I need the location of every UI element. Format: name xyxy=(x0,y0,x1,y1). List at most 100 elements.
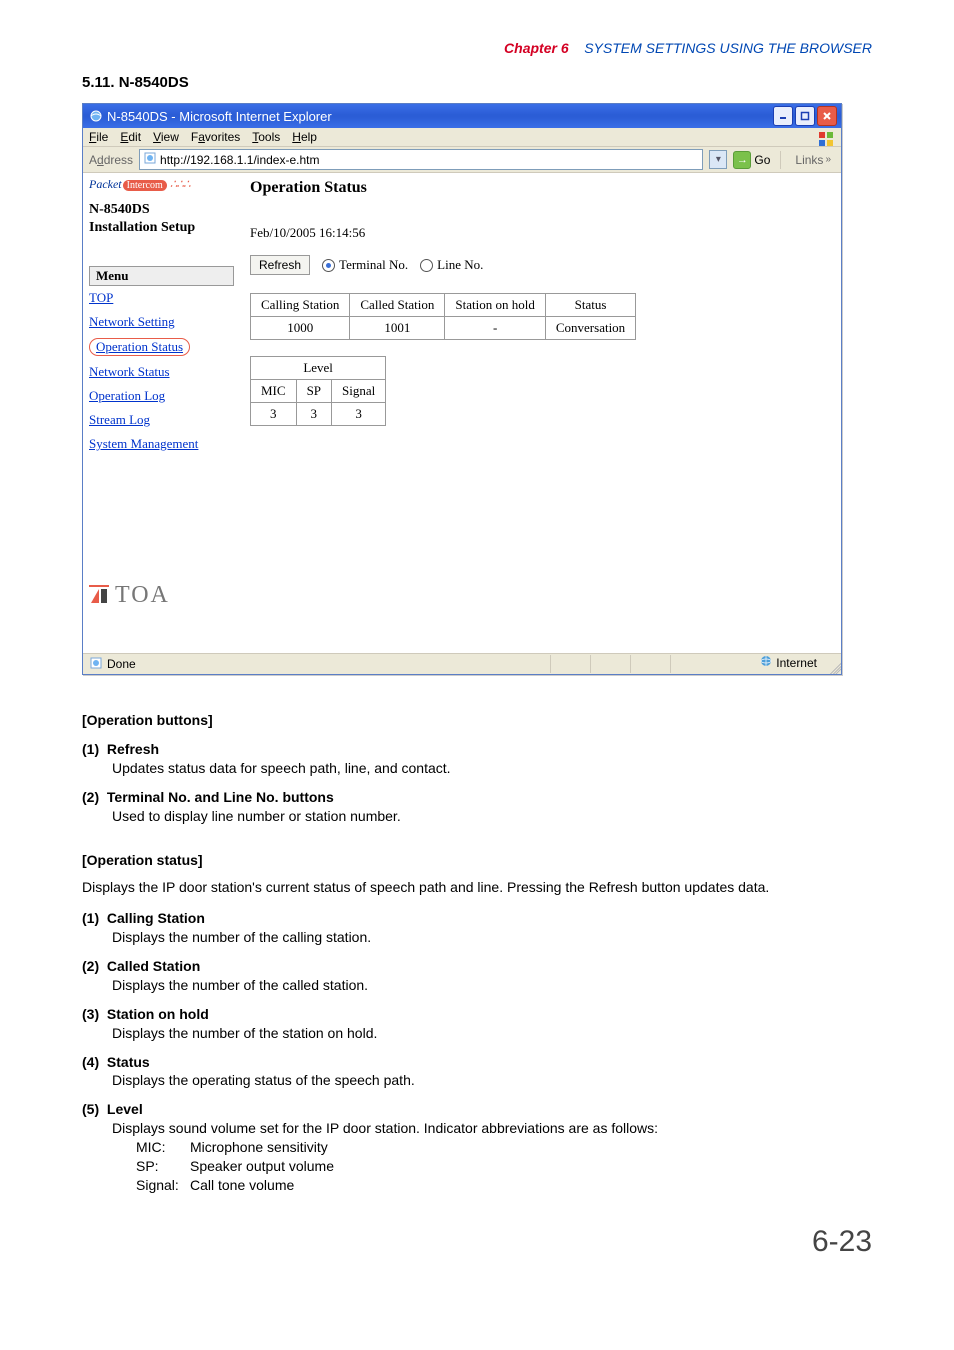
sidebar-item-stream-log[interactable]: Stream Log xyxy=(89,412,234,428)
status-zone: Internet xyxy=(776,656,817,670)
windows-flag-icon xyxy=(815,128,837,150)
ops-status-intro: Displays the IP door station's current s… xyxy=(82,878,872,897)
chapter-header: Chapter 6 SYSTEM SETTINGS USING THE BROW… xyxy=(82,40,872,56)
table-row: 3 3 3 xyxy=(251,403,386,426)
status-th-calling: Calling Station xyxy=(251,294,350,317)
page-number: 6-23 xyxy=(82,1225,872,1259)
sidebar-item-top[interactable]: TOP xyxy=(89,290,234,306)
maximize-button[interactable] xyxy=(795,106,815,126)
list-item: (2) Called Station Displays the number o… xyxy=(82,957,872,995)
page-icon xyxy=(144,152,156,167)
item-name: Refresh xyxy=(107,741,159,757)
ie-app-icon xyxy=(89,109,103,123)
item-desc: Displays sound volume set for the IP doo… xyxy=(112,1119,872,1138)
sidebar-item-operation-log[interactable]: Operation Log xyxy=(89,388,234,404)
item-name: Level xyxy=(107,1101,143,1117)
menu-tools[interactable]: Tools xyxy=(252,130,280,144)
radio-selected-icon xyxy=(322,259,335,272)
status-text: Done xyxy=(107,657,136,671)
item-num: (1) xyxy=(82,910,99,926)
menu-favorites[interactable]: Favorites xyxy=(191,130,240,144)
item-num: (2) xyxy=(82,789,99,805)
status-done-icon xyxy=(89,656,103,673)
table-row: Level xyxy=(251,357,386,380)
item-name: Status xyxy=(107,1054,150,1070)
main-content: Operation Status Feb/10/2005 16:14:56 Re… xyxy=(240,173,841,653)
table-row: MIC SP Signal xyxy=(251,380,386,403)
sidebar-model: N-8540DS xyxy=(89,202,234,218)
logo-dots: ∴∴∴ xyxy=(170,177,190,191)
chapter-title: SYSTEM SETTINGS USING THE BROWSER xyxy=(584,40,872,56)
def-signal-val: Call tone volume xyxy=(190,1176,294,1195)
ie-menubar: File Edit View Favorites Tools Help xyxy=(83,128,841,147)
status-th-called: Called Station xyxy=(350,294,445,317)
go-label: Go xyxy=(754,153,770,167)
list-item: (1) Calling Station Displays the number … xyxy=(82,909,872,947)
ie-addressbar: Address http://192.168.1.1/index-e.htm ▾… xyxy=(83,147,841,173)
ie-window-title: N-8540DS - Microsoft Internet Explorer xyxy=(107,109,332,124)
radio-terminal-no[interactable]: Terminal No. xyxy=(322,257,408,273)
list-item: (2) Terminal No. and Line No. buttons Us… xyxy=(82,788,872,826)
ops-status-header: [Operation status] xyxy=(82,851,872,870)
go-button[interactable]: → Go xyxy=(733,151,770,169)
intercom-badge: Intercom xyxy=(123,180,167,191)
sidebar-item-network-setting[interactable]: Network Setting xyxy=(89,314,234,330)
radio-line-no[interactable]: Line No. xyxy=(420,257,483,273)
level-mic: 3 xyxy=(251,403,297,426)
packet-text: Packet xyxy=(89,177,122,191)
item-num: (2) xyxy=(82,958,99,974)
status-value: Conversation xyxy=(545,317,635,340)
level-sp: 3 xyxy=(296,403,331,426)
table-row: Calling Station Called Station Station o… xyxy=(251,294,636,317)
level-definitions: MIC:Microphone sensitivity SP:Speaker ou… xyxy=(136,1138,872,1195)
ie-titlebar: N-8540DS - Microsoft Internet Explorer xyxy=(83,104,841,128)
refresh-button[interactable]: Refresh xyxy=(250,255,310,275)
list-item: (3) Station on hold Displays the number … xyxy=(82,1005,872,1043)
item-desc: Displays the number of the calling stati… xyxy=(112,928,872,947)
document-body: [Operation buttons] (1) Refresh Updates … xyxy=(82,711,872,1195)
item-desc: Displays the operating status of the spe… xyxy=(112,1071,872,1090)
item-name: Terminal No. and Line No. buttons xyxy=(107,789,334,805)
chevron-down-icon: ▾ xyxy=(716,154,721,165)
resize-grip-icon[interactable] xyxy=(827,660,841,674)
status-calling: 1000 xyxy=(251,317,350,340)
menu-help[interactable]: Help xyxy=(292,130,317,144)
sidebar-item-network-status[interactable]: Network Status xyxy=(89,364,234,380)
radio-line-label: Line No. xyxy=(437,257,483,273)
level-title: Level xyxy=(251,357,386,380)
sidebar: PacketIntercom ∴∴∴ N-8540DS Installation… xyxy=(83,173,240,653)
level-signal: 3 xyxy=(332,403,386,426)
sidebar-item-system-management[interactable]: System Management xyxy=(89,436,234,452)
item-num: (5) xyxy=(82,1101,99,1117)
list-item: (4) Status Displays the operating status… xyxy=(82,1053,872,1091)
links-toolbar[interactable]: Links » xyxy=(791,153,835,167)
status-th-status: Status xyxy=(545,294,635,317)
menu-view[interactable]: View xyxy=(153,130,179,144)
close-button[interactable] xyxy=(817,106,837,126)
menu-file[interactable]: File xyxy=(89,130,108,144)
sidebar-menu-header: Menu xyxy=(89,266,234,286)
address-input[interactable]: http://192.168.1.1/index-e.htm xyxy=(139,149,703,170)
address-label: Address xyxy=(89,153,133,167)
def-sp-key: SP: xyxy=(136,1157,190,1176)
ops-buttons-header: [Operation buttons] xyxy=(82,711,872,730)
level-th-sp: SP xyxy=(296,380,331,403)
status-hold: - xyxy=(445,317,545,340)
sidebar-item-operation-status[interactable]: Operation Status xyxy=(89,338,190,356)
status-table: Calling Station Called Station Station o… xyxy=(250,293,636,340)
toa-mark-icon xyxy=(89,585,109,607)
minimize-button[interactable] xyxy=(773,106,793,126)
item-desc: Updates status data for speech path, lin… xyxy=(112,759,872,778)
level-th-signal: Signal xyxy=(332,380,386,403)
menu-edit[interactable]: Edit xyxy=(120,130,141,144)
chevron-right-icon: » xyxy=(825,154,831,165)
list-item: (1) Refresh Updates status data for spee… xyxy=(82,740,872,778)
ie-window: N-8540DS - Microsoft Internet Explorer F… xyxy=(82,103,842,675)
status-th-hold: Station on hold xyxy=(445,294,545,317)
address-dropdown[interactable]: ▾ xyxy=(709,150,727,169)
go-arrow-icon: → xyxy=(733,151,751,169)
chapter-label: Chapter 6 xyxy=(504,40,569,56)
radio-unselected-icon xyxy=(420,259,433,272)
def-sp-val: Speaker output volume xyxy=(190,1157,334,1176)
item-name: Called Station xyxy=(107,958,200,974)
